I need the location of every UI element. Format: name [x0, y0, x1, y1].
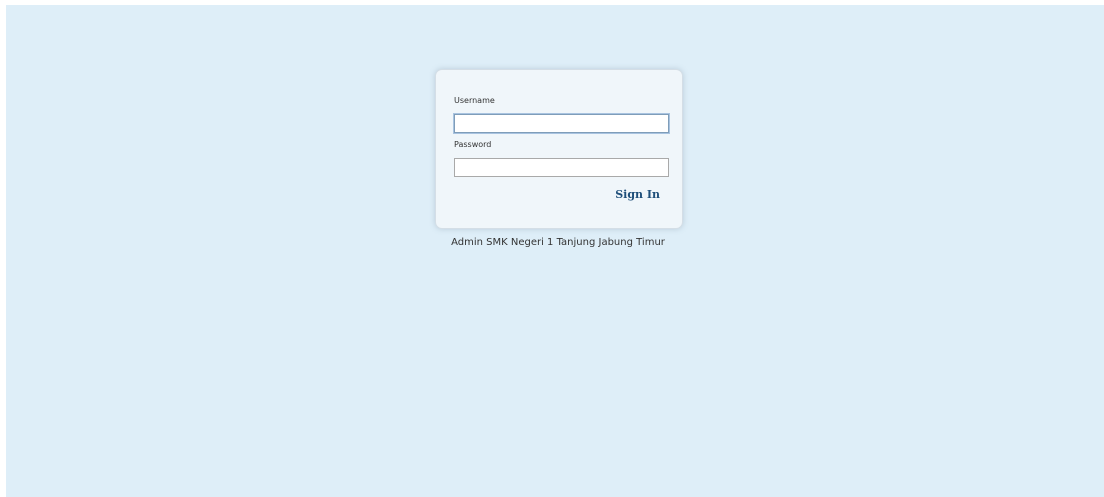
login-page: Username Password Sign In Admin SMK Nege…	[6, 5, 1104, 497]
login-form: Username Password Sign In	[435, 69, 683, 229]
username-input[interactable]	[454, 114, 669, 133]
username-label: Username	[454, 96, 495, 105]
password-label: Password	[454, 140, 492, 149]
password-input[interactable]	[454, 158, 669, 177]
footer-text: Admin SMK Negeri 1 Tanjung Jabung Timur	[451, 237, 665, 248]
sign-in-button[interactable]: Sign In	[615, 188, 660, 201]
